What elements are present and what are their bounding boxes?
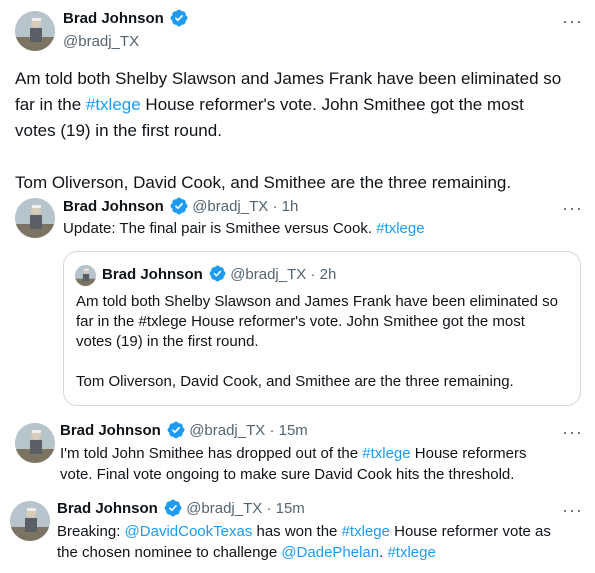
mention-link[interactable]: @DadePhelan	[281, 544, 379, 561]
timestamp: 2h	[319, 266, 337, 283]
quote-blank-line	[76, 352, 558, 372]
more-options-icon[interactable]: ···	[562, 199, 583, 217]
author-handle[interactable]: @bradj_TX	[192, 198, 268, 215]
author-row: Brad Johnson	[63, 9, 188, 27]
tweet-line: far in the #txlege House reformer's vote…	[15, 95, 524, 114]
quote-line: Tom Oliverson, David Cook, and Smithee a…	[76, 373, 514, 390]
reply-text: Breaking: @DavidCookTexas has won the #t…	[57, 523, 551, 561]
hashtag-link[interactable]: #txlege	[342, 523, 390, 540]
reply-header: Brad Johnson @bradj_TX · 15m	[57, 499, 305, 517]
avatar-photo	[15, 198, 55, 238]
author-name[interactable]: Brad Johnson	[63, 10, 164, 27]
author-name[interactable]: Brad Johnson	[60, 422, 161, 439]
quote-text: Am told both Shelby Slawson and James Fr…	[76, 292, 558, 392]
avatar	[75, 265, 96, 286]
author-handle[interactable]: @bradj_TX	[186, 500, 262, 517]
timestamp[interactable]: 1h	[282, 198, 299, 215]
separator-dot: ·	[272, 198, 278, 215]
tweet-line: Tom Oliverson, David Cook, and Smithee a…	[15, 173, 512, 192]
more-options-icon[interactable]: ···	[562, 501, 583, 519]
separator-dot: ·	[266, 500, 272, 517]
tweet-line: votes (19) in the first round.	[15, 121, 222, 140]
avatar-photo	[15, 11, 55, 51]
more-options-icon[interactable]: ···	[562, 12, 583, 30]
mention-link[interactable]: @DavidCookTexas	[125, 523, 253, 540]
avatar[interactable]	[15, 198, 55, 238]
verified-badge-icon	[170, 9, 188, 26]
author-handle[interactable]: @bradj_TX	[63, 33, 139, 50]
avatar-photo	[10, 501, 50, 541]
author-name[interactable]: Brad Johnson	[63, 198, 164, 215]
avatar[interactable]	[15, 423, 55, 463]
quote-line: Am told both Shelby Slawson and James Fr…	[76, 293, 558, 310]
quote-line: votes (19) in the first round.	[76, 333, 259, 350]
tweet-text: Am told both Shelby Slawson and James Fr…	[15, 66, 561, 196]
hashtag-link[interactable]: #txlege	[362, 445, 410, 462]
avatar-photo	[15, 423, 55, 463]
quoted-tweet-card[interactable]: Brad Johnson @bradj_TX · 2h Am told both…	[63, 251, 581, 406]
timestamp[interactable]: 15m	[279, 422, 308, 439]
avatar[interactable]	[10, 501, 50, 541]
reply-text: I'm told John Smithee has dropped out of…	[60, 445, 527, 483]
quote-header: Brad Johnson @bradj_TX · 2h	[102, 265, 337, 283]
more-options-icon[interactable]: ···	[562, 423, 583, 441]
author-name[interactable]: Brad Johnson	[57, 500, 158, 517]
reply-text: Update: The final pair is Smithee versus…	[63, 220, 425, 237]
hashtag-link[interactable]: #txlege	[376, 220, 424, 237]
avatar[interactable]	[15, 11, 55, 51]
separator-dot: ·	[310, 266, 316, 283]
hashtag-link[interactable]: #txlege	[387, 544, 435, 561]
verified-badge-icon	[170, 197, 188, 214]
reply-header: Brad Johnson @bradj_TX · 1h	[63, 197, 299, 215]
hashtag-link[interactable]: #txlege	[86, 95, 141, 114]
verified-badge-icon	[209, 265, 226, 282]
verified-badge-icon	[167, 421, 185, 438]
quote-line: far in the #txlege House reformer's vote…	[76, 313, 525, 330]
reply-header: Brad Johnson @bradj_TX · 15m	[60, 421, 308, 439]
author-handle[interactable]: @bradj_TX	[189, 422, 265, 439]
author-handle: @bradj_TX	[230, 266, 307, 283]
avatar-photo	[75, 265, 96, 286]
timestamp[interactable]: 15m	[276, 500, 305, 517]
tweet-line: Am told both Shelby Slawson and James Fr…	[15, 69, 562, 88]
separator-dot: ·	[269, 422, 275, 439]
verified-badge-icon	[164, 499, 182, 516]
author-name: Brad Johnson	[102, 266, 203, 283]
